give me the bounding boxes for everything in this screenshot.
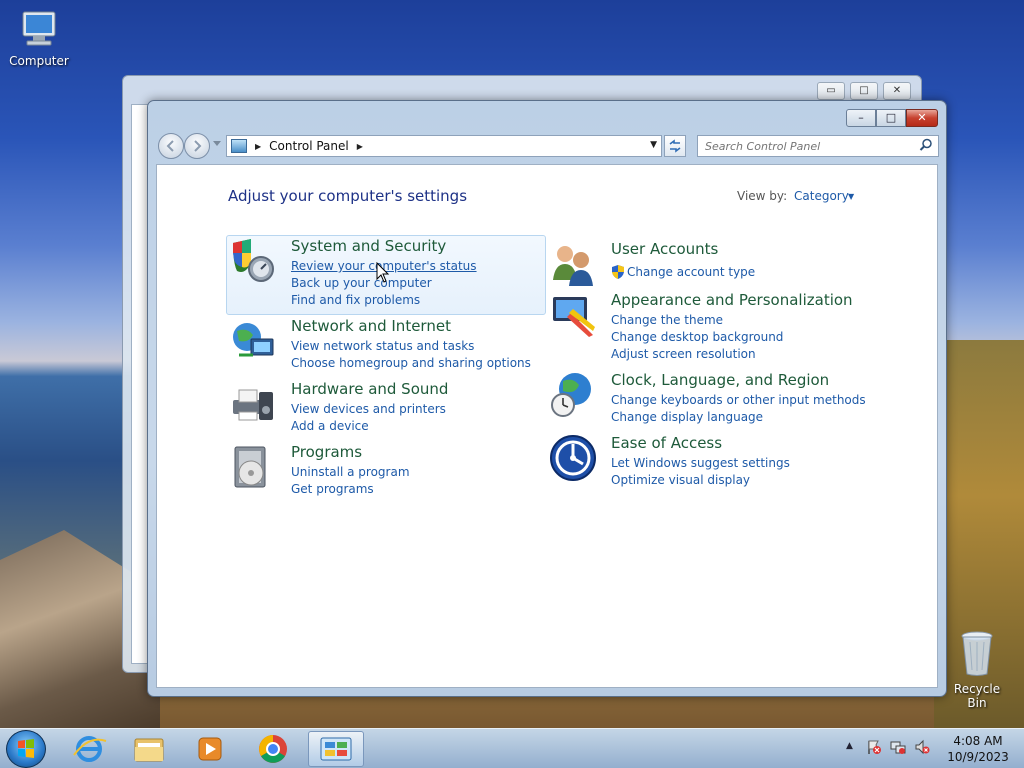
control-panel-icon <box>231 139 247 153</box>
category-link[interactable]: Add a device <box>291 419 369 433</box>
recycle-bin-icon <box>959 630 995 678</box>
back-button[interactable] <box>158 133 184 159</box>
forward-arrow-icon <box>194 140 202 152</box>
start-button[interactable] <box>6 730 46 768</box>
navigation-bar: ▶ Control Panel ▶ ▼ <box>156 133 939 159</box>
taskbar-file-explorer[interactable] <box>124 731 174 767</box>
category-link[interactable]: Get programs <box>291 482 374 496</box>
clock-date: 10/9/2023 <box>947 750 1009 764</box>
category-title[interactable]: Appearance and Personalization <box>611 291 853 309</box>
taskbar-internet-explorer[interactable] <box>64 731 114 767</box>
category-link[interactable]: Let Windows suggest settings <box>611 456 790 470</box>
recycle-bin-label: Recycle Bin <box>953 682 1001 710</box>
uac-shield-icon <box>612 265 624 279</box>
category-title[interactable]: Programs <box>291 443 362 461</box>
back-arrow-icon <box>166 140 174 152</box>
window-controls: – □ ✕ <box>846 109 938 127</box>
address-bar[interactable]: ▶ Control Panel ▶ ▼ <box>226 135 662 157</box>
view-by-dropdown[interactable]: Category <box>794 189 849 203</box>
category-title[interactable]: Clock, Language, and Region <box>611 371 829 389</box>
category-link[interactable]: Find and fix problems <box>291 293 420 307</box>
internet-explorer-icon <box>73 736 107 762</box>
category-title[interactable]: System and Security <box>291 237 446 255</box>
search-input[interactable] <box>698 136 908 156</box>
globe-clock-icon <box>551 373 591 417</box>
category-link[interactable]: Change the theme <box>611 313 723 327</box>
computer-icon <box>17 8 61 50</box>
mouse-cursor-icon <box>376 262 390 283</box>
category-title[interactable]: User Accounts <box>611 240 718 258</box>
search-icon[interactable] <box>919 138 933 152</box>
programs-icon <box>234 446 266 488</box>
forward-button[interactable] <box>184 133 210 159</box>
back-window-close-button[interactable]: ✕ <box>883 82 911 100</box>
refresh-icon <box>669 139 681 153</box>
category-link[interactable]: View devices and printers <box>291 402 446 416</box>
category-link[interactable]: Change display language <box>611 410 763 424</box>
category-link[interactable]: Change keyboards or other input methods <box>611 393 866 407</box>
refresh-button[interactable] <box>664 135 686 157</box>
ease-of-access-icon <box>550 435 596 481</box>
taskbar-chrome[interactable] <box>248 731 298 767</box>
control-panel-content: Adjust your computer's settings View by:… <box>156 164 938 688</box>
control-panel-taskbar-icon <box>320 737 352 761</box>
desktop-computer-icon[interactable]: Computer <box>4 8 74 68</box>
minimize-button[interactable]: – <box>846 109 876 127</box>
taskbar: ▲ 4:08 AM 10/9/2023 <box>0 728 1024 768</box>
volume-muted-icon[interactable] <box>914 739 930 755</box>
printer-icon <box>233 389 273 421</box>
show-hidden-icons-button[interactable]: ▲ <box>846 741 853 751</box>
category-link[interactable]: Optimize visual display <box>611 473 750 487</box>
category-title[interactable]: Ease of Access <box>611 434 722 452</box>
network-globe-icon <box>233 323 274 357</box>
chevron-down-icon <box>213 141 221 146</box>
taskbar-media-player[interactable] <box>184 731 234 767</box>
media-player-icon <box>198 737 222 761</box>
category-link[interactable]: Adjust screen resolution <box>611 347 756 361</box>
category-title[interactable]: Network and Internet <box>291 317 451 335</box>
breadcrumb-control-panel[interactable]: Control Panel <box>269 139 349 153</box>
shield-icon <box>233 239 274 282</box>
view-by-label: View by: <box>737 189 788 203</box>
back-window-maximize-button[interactable]: □ <box>850 82 878 100</box>
maximize-button[interactable]: □ <box>876 109 906 127</box>
back-window-minimize-button[interactable]: ▭ <box>817 82 845 100</box>
action-center-flag-icon[interactable] <box>866 739 882 755</box>
clock-time: 4:08 AM <box>953 734 1003 748</box>
computer-icon-label: Computer <box>9 54 69 68</box>
breadcrumb-separator[interactable]: ▶ <box>255 142 261 151</box>
control-panel-window: – □ ✕ ▶ Control Panel ▶ ▼ Adjust your co <box>147 100 947 697</box>
desktop-recycle-bin[interactable]: Recycle Bin <box>944 630 1010 710</box>
category-link[interactable]: Change desktop background <box>611 330 783 344</box>
page-title: Adjust your computer's settings <box>228 187 468 205</box>
search-box[interactable] <box>697 135 939 157</box>
close-button[interactable]: ✕ <box>906 109 938 127</box>
chrome-icon <box>259 735 287 763</box>
network-icon[interactable] <box>890 739 906 755</box>
category-title[interactable]: Hardware and Sound <box>291 380 448 398</box>
category-link[interactable]: View network status and tasks <box>291 339 474 353</box>
address-dropdown-button[interactable]: ▼ <box>650 140 657 150</box>
taskbar-control-panel[interactable] <box>308 731 364 767</box>
category-link[interactable]: Choose homegroup and sharing options <box>291 356 531 370</box>
category-link[interactable]: Uninstall a program <box>291 465 410 479</box>
folder-icon <box>134 738 164 762</box>
windows-logo-icon <box>18 739 34 758</box>
category-link[interactable]: Change account type <box>627 265 755 279</box>
category-link[interactable]: Back up your computer <box>291 276 432 290</box>
view-by-dropdown-arrow[interactable]: ▼ <box>848 192 854 201</box>
appearance-icon <box>553 297 595 337</box>
breadcrumb-trail-arrow[interactable]: ▶ <box>357 142 363 151</box>
system-clock[interactable]: 4:08 AM 10/9/2023 <box>938 733 1018 765</box>
recent-pages-dropdown[interactable] <box>213 140 221 150</box>
users-icon <box>553 246 593 286</box>
